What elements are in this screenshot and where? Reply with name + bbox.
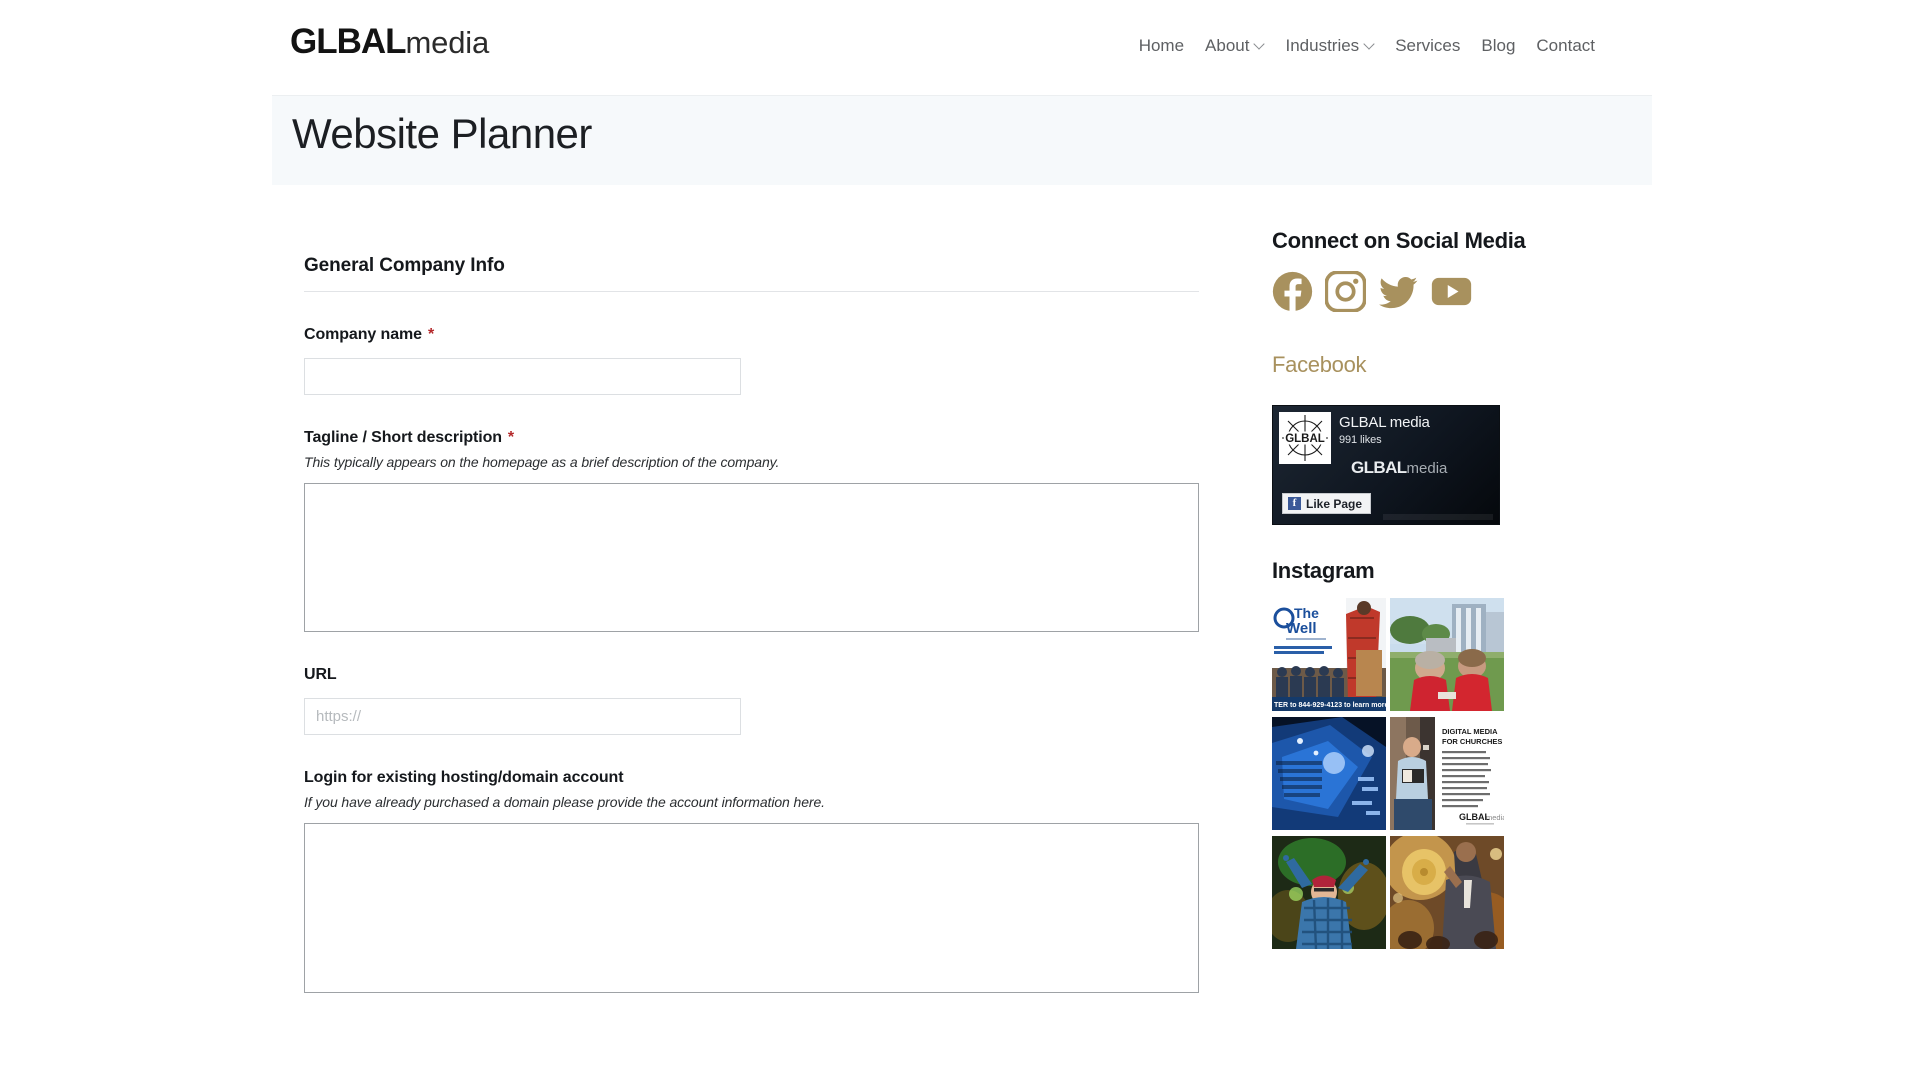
field-url: URL [304, 666, 1199, 735]
label-tagline: Tagline / Short description * [304, 429, 1199, 447]
field-hosting-login: Login for existing hosting/domain accoun… [304, 769, 1199, 993]
svg-text:FOR CHURCHES: FOR CHURCHES [1442, 737, 1502, 746]
page-title-banner: Website Planner [272, 95, 1652, 185]
instagram-post-1[interactable]: The Well TER to 844-929-4123 to learn mo… [1272, 598, 1386, 711]
facebook-page-avatar: GLBAL [1279, 412, 1331, 464]
logo-text-light: media [405, 25, 490, 60]
label-hosting-login: Login for existing hosting/domain accoun… [304, 769, 1199, 787]
sidebar: Connect on Social Media Facebook GLBAL G… [1272, 228, 1562, 949]
instagram-post-4[interactable]: DIGITAL MEDIA FOR CHURCHES GLBAL media [1390, 717, 1504, 830]
nav-label-blog: Blog [1481, 36, 1516, 55]
nav-label-contact: Contact [1536, 36, 1595, 55]
svg-text:DIGITAL MEDIA: DIGITAL MEDIA [1442, 727, 1498, 736]
sidebar-heading-social: Connect on Social Media [1272, 228, 1526, 253]
svg-text:The: The [1294, 605, 1319, 621]
instagram-feed-grid: The Well TER to 844-929-4123 to learn mo… [1272, 598, 1504, 949]
facebook-page-likes: 991 likes [1339, 434, 1382, 446]
nav-label-services: Services [1395, 36, 1461, 55]
label-company-name: Company name * [304, 326, 1199, 344]
page-root: GLBALmedia Home About Industries Service… [0, 0, 1920, 1080]
facebook-cover-wordmark: GLBALmedia [1351, 458, 1447, 478]
facebook-like-page-button[interactable]: f Like Page [1282, 493, 1372, 514]
instagram-post-image-5 [1272, 836, 1386, 949]
label-tagline-text: Tagline / Short description [304, 429, 502, 446]
field-company-name: Company name * [304, 326, 1199, 395]
svg-text:Well: Well [1286, 620, 1317, 637]
compass-logo-icon: GLBAL [1282, 415, 1328, 461]
website-planner-form: General Company Info Company name * Tagli… [304, 255, 1199, 993]
social-links [1272, 271, 1562, 312]
help-tagline: This typically appears on the homepage a… [304, 454, 780, 470]
nav-item-contact[interactable]: Contact [1536, 36, 1595, 56]
nav-item-home[interactable]: Home [1139, 36, 1184, 56]
site-logo[interactable]: GLBALmedia [290, 22, 489, 63]
nav-item-blog[interactable]: Blog [1481, 36, 1515, 56]
site-header: GLBALmedia Home About Industries Service… [0, 0, 1920, 95]
label-url-text: URL [304, 666, 337, 683]
section-heading-general-company-info: General Company Info [304, 255, 1199, 292]
main-nav: Home About Industries Services Blog Cont… [1139, 36, 1595, 56]
facebook-wordmark-bold: GLBAL [1351, 458, 1407, 477]
label-company-name-text: Company name [304, 326, 422, 343]
instagram-post-image-2 [1390, 598, 1504, 711]
instagram-post-image-6 [1390, 836, 1504, 949]
nav-item-services[interactable]: Services [1395, 36, 1460, 56]
nav-item-industries[interactable]: Industries [1285, 36, 1374, 56]
sidebar-heading-facebook: Facebook [1272, 352, 1367, 377]
facebook-widget-footer-bar [1383, 514, 1493, 520]
required-asterisk: * [427, 326, 435, 343]
help-hosting-login: If you have already purchased a domain p… [304, 794, 825, 810]
facebook-page-name: GLBAL media [1339, 414, 1430, 431]
nav-label-industries: Industries [1285, 36, 1360, 55]
twitter-icon[interactable] [1378, 271, 1419, 312]
required-asterisk: * [507, 429, 515, 446]
tagline-textarea[interactable] [304, 483, 1199, 632]
sidebar-heading-instagram: Instagram [1272, 558, 1375, 583]
svg-text:media: media [1486, 813, 1504, 822]
company-name-input[interactable] [304, 358, 741, 395]
instagram-post-image-1: The Well TER to 844-929-4123 to learn mo… [1272, 598, 1386, 711]
hosting-login-textarea[interactable] [304, 823, 1199, 993]
svg-text:GLBAL: GLBAL [1285, 433, 1325, 445]
nav-item-about[interactable]: About [1205, 36, 1264, 56]
nav-label-about: About [1205, 36, 1250, 55]
chevron-down-icon [1255, 40, 1264, 49]
label-hosting-login-text: Login for existing hosting/domain accoun… [304, 769, 624, 786]
svg-text:TER to 844-929-4123 to learn m: TER to 844-929-4123 to learn more [1274, 702, 1386, 709]
instagram-post-3[interactable] [1272, 717, 1386, 830]
instagram-icon[interactable] [1325, 271, 1366, 312]
instagram-post-image-3 [1272, 717, 1386, 830]
instagram-post-image-4: DIGITAL MEDIA FOR CHURCHES GLBAL media [1390, 717, 1504, 830]
facebook-page-widget[interactable]: GLBAL GLBAL media 991 likes GLBALmedia f… [1272, 405, 1500, 525]
field-tagline: Tagline / Short description * This typica… [304, 429, 1199, 632]
instagram-post-2[interactable] [1390, 598, 1504, 711]
url-input[interactable] [304, 698, 741, 735]
facebook-icon[interactable] [1272, 271, 1313, 312]
logo-text-bold: GLBAL [290, 22, 407, 61]
facebook-wordmark-light: media [1406, 460, 1448, 477]
page-title: Website Planner [292, 110, 592, 157]
instagram-post-6[interactable] [1390, 836, 1504, 949]
facebook-like-page-label: Like Page [1306, 496, 1363, 511]
youtube-icon[interactable] [1431, 271, 1472, 312]
instagram-post-5[interactable] [1272, 836, 1386, 949]
label-url: URL [304, 666, 1199, 684]
nav-label-home: Home [1138, 36, 1185, 55]
facebook-f-icon: f [1288, 497, 1301, 510]
chevron-down-icon [1365, 40, 1374, 49]
